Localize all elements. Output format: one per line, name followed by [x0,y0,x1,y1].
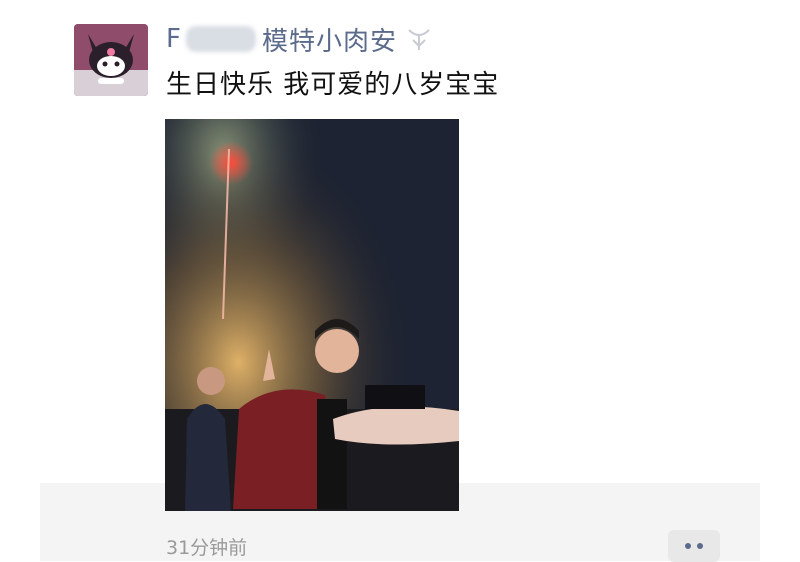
more-dots-icon [685,543,703,549]
post-photo[interactable] [165,119,459,511]
username-suffix: 模特小肉安 [261,26,397,57]
username[interactable]: F 模特小肉安 [166,22,433,57]
more-actions-button[interactable] [668,530,720,562]
moments-post: F 模特小肉安 生日快乐 我可爱的八岁宝宝 31分钟前 [0,0,800,562]
photo-scene [165,119,459,511]
post-text: 生日快乐 我可爱的八岁宝宝 [166,70,500,100]
username-redaction [185,26,256,52]
avatar[interactable] [74,24,148,96]
post-timestamp: 31分钟前 [166,537,248,559]
kuromi-avatar-icon [74,24,148,96]
year-badge-icon [405,26,433,52]
username-prefix: F [166,24,182,54]
